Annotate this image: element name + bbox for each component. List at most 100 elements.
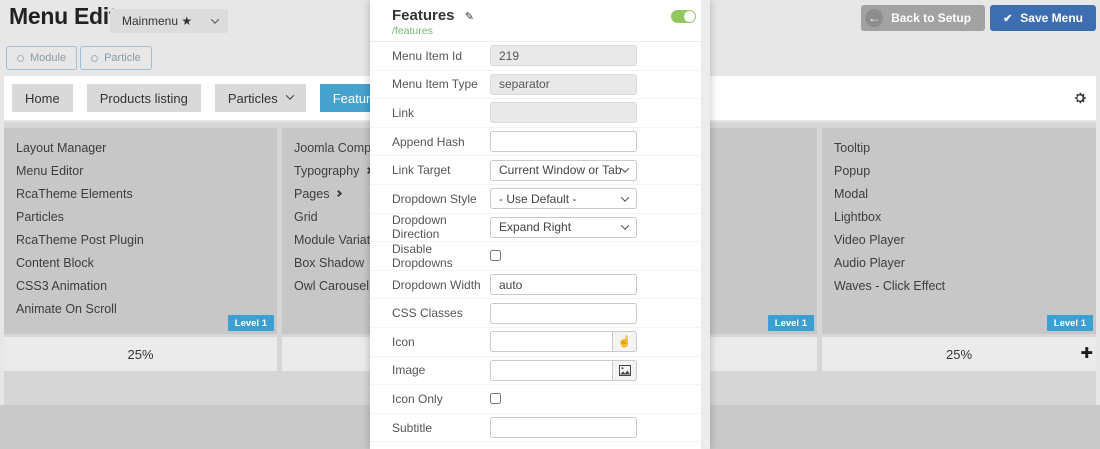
menu-item[interactable]: RcaTheme Post Plugin [4,228,277,251]
field-label: Disable Dropdowns [392,242,490,270]
chevron-down-icon [211,15,219,23]
column-width-control[interactable]: 25% [4,337,277,371]
tab-products-listing[interactable]: Products listing [87,84,201,112]
back-button-label: Back to Setup [891,11,971,25]
field-label: Link Target [392,163,490,177]
particle-drag-button[interactable]: Particle [80,46,152,70]
menu-item[interactable]: Menu Editor [4,159,277,182]
menu-item-label: Tooltip [834,141,870,155]
drag-button-group: Module Particle [6,46,152,70]
menu-column-4: Tooltip Popup Modal Lightbox Video Playe… [822,128,1096,334]
save-button-label: Save Menu [1020,11,1083,25]
particle-icon [91,55,98,62]
dropdown-direction-select[interactable]: Expand Right [490,217,637,238]
column-width-label: 25% [946,347,972,362]
menu-item-label: RcaTheme Elements [16,187,133,201]
module-drag-button[interactable]: Module [6,46,77,70]
menu-item[interactable]: Popup [822,159,1096,182]
link-input [490,102,637,123]
menu-item-id-input [490,45,637,66]
module-icon [17,55,24,62]
menu-select-dropdown[interactable]: Mainmenu ★ [110,9,228,33]
icon-input[interactable] [490,331,612,352]
edit-title-pencil-icon[interactable]: ✎ [465,11,474,23]
menu-item-label: Typography [294,164,359,178]
image-input[interactable] [490,360,612,381]
field-label: Append Hash [392,135,490,149]
chevron-down-icon [285,91,293,99]
back-to-setup-button[interactable]: ← Back to Setup [861,5,985,31]
tab-label: Products listing [100,91,188,106]
column-width-control[interactable]: 25% ✚ [822,337,1096,371]
menu-item[interactable]: CSS3 Animation [4,274,277,297]
modal-fields: Menu Item Id Menu Item Type Link Append … [370,42,710,449]
menu-item[interactable]: Tooltip [822,136,1096,159]
icon-picker-button[interactable]: ☝ [612,331,637,352]
field-label: Icon Only [392,392,490,406]
field-label: Icon [392,335,490,349]
menu-item-path: /features [392,25,688,37]
disable-dropdowns-checkbox[interactable] [490,250,501,261]
select-value: Current Window or Tab [499,163,622,177]
chevron-down-icon [621,222,629,230]
menu-item-type-input [490,74,637,95]
menu-settings-gear-icon[interactable] [1073,91,1087,105]
tab-home[interactable]: Home [12,84,73,112]
menu-item-label: Particles [16,210,64,224]
menu-item[interactable]: Particles [4,205,277,228]
modal-scrollbar[interactable] [701,0,710,449]
dropdown-width-input[interactable] [490,274,637,295]
menu-item[interactable]: Audio Player [822,251,1096,274]
submenu-arrow-icon [335,190,342,197]
menu-item-settings-modal: Features ✎ /features Menu Item Id Menu I… [370,0,710,449]
tab-label: Home [25,91,60,106]
menu-item-label: Waves - Click Effect [834,279,945,293]
add-column-button[interactable]: ✚ [1080,344,1093,364]
menu-item[interactable]: Waves - Click Effect [822,274,1096,297]
save-menu-button[interactable]: ✔ Save Menu [990,5,1096,31]
field-label: Menu Item Type [392,77,490,91]
modal-title: Features ✎ [392,7,688,24]
subtitle-input[interactable] [490,417,637,438]
menu-select-value: Mainmenu ★ [122,14,212,28]
level-badge: Level 1 [228,315,274,331]
toggle-knob [684,11,695,22]
menu-item-label: Content Block [16,256,94,270]
dropdown-style-select[interactable]: - Use Default - [490,188,637,209]
menu-item[interactable]: RcaTheme Elements [4,182,277,205]
enabled-toggle[interactable] [671,10,696,23]
select-value: - Use Default - [499,192,622,206]
menu-column-1: Layout Manager Menu Editor RcaTheme Elem… [4,128,277,334]
menu-item[interactable]: Layout Manager [4,136,277,159]
hand-pointer-icon: ☝ [618,335,632,348]
field-label: Dropdown Direction [392,213,490,241]
link-target-select[interactable]: Current Window or Tab [490,160,637,181]
icon-only-checkbox[interactable] [490,393,501,404]
level-badge: Level 1 [768,315,814,331]
tab-particles[interactable]: Particles [215,84,306,112]
back-arrow-icon: ← [865,9,883,27]
append-hash-input[interactable] [490,131,637,152]
modal-header: Features ✎ /features [370,0,710,42]
menu-item-label: Video Player [834,233,905,247]
css-classes-input[interactable] [490,303,637,324]
chevron-down-icon [621,165,629,173]
field-label: Link [392,106,490,120]
field-label: CSS Classes [392,306,490,320]
particle-button-label: Particle [104,52,141,64]
menu-item[interactable]: Lightbox [822,205,1096,228]
menu-item[interactable]: Content Block [4,251,277,274]
menu-item-label: Menu Editor [16,164,83,178]
field-label: Menu Item Id [392,49,490,63]
image-picker-button[interactable] [612,360,637,381]
menu-item[interactable]: Video Player [822,228,1096,251]
field-label: Dropdown Style [392,192,490,206]
column-width-label: 25% [127,347,153,362]
image-icon [619,365,631,376]
menu-item-label: Grid [294,210,318,224]
modal-title-text: Features [392,7,455,24]
chevron-down-icon [621,193,629,201]
field-label: Image [392,363,490,377]
menu-item-label: Box Shadow [294,256,364,270]
menu-item[interactable]: Modal [822,182,1096,205]
